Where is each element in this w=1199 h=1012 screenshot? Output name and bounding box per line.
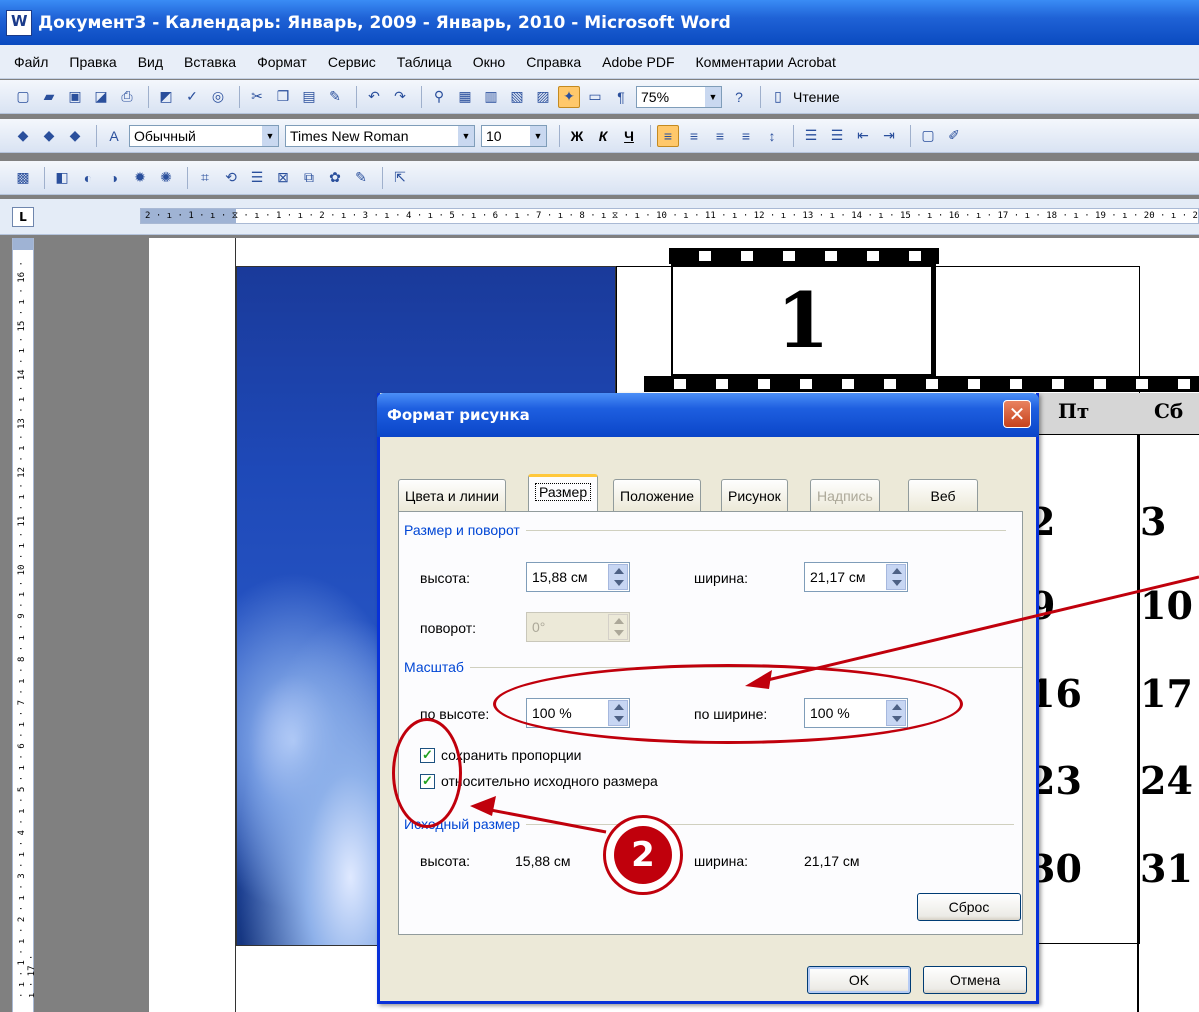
annotation-ring-checkboxes <box>392 718 462 828</box>
annotation-badge: 2 <box>603 815 683 895</box>
tab-label: Размер <box>535 483 592 501</box>
annotation-ring-scale <box>493 664 963 744</box>
tab-size[interactable]: Размер <box>528 474 599 511</box>
annotation-badge-number: 2 <box>614 826 672 884</box>
arrowhead-icon <box>470 796 496 816</box>
annotation-arrow-to-checkbox <box>479 806 607 834</box>
annotation-arrows <box>470 575 1199 834</box>
